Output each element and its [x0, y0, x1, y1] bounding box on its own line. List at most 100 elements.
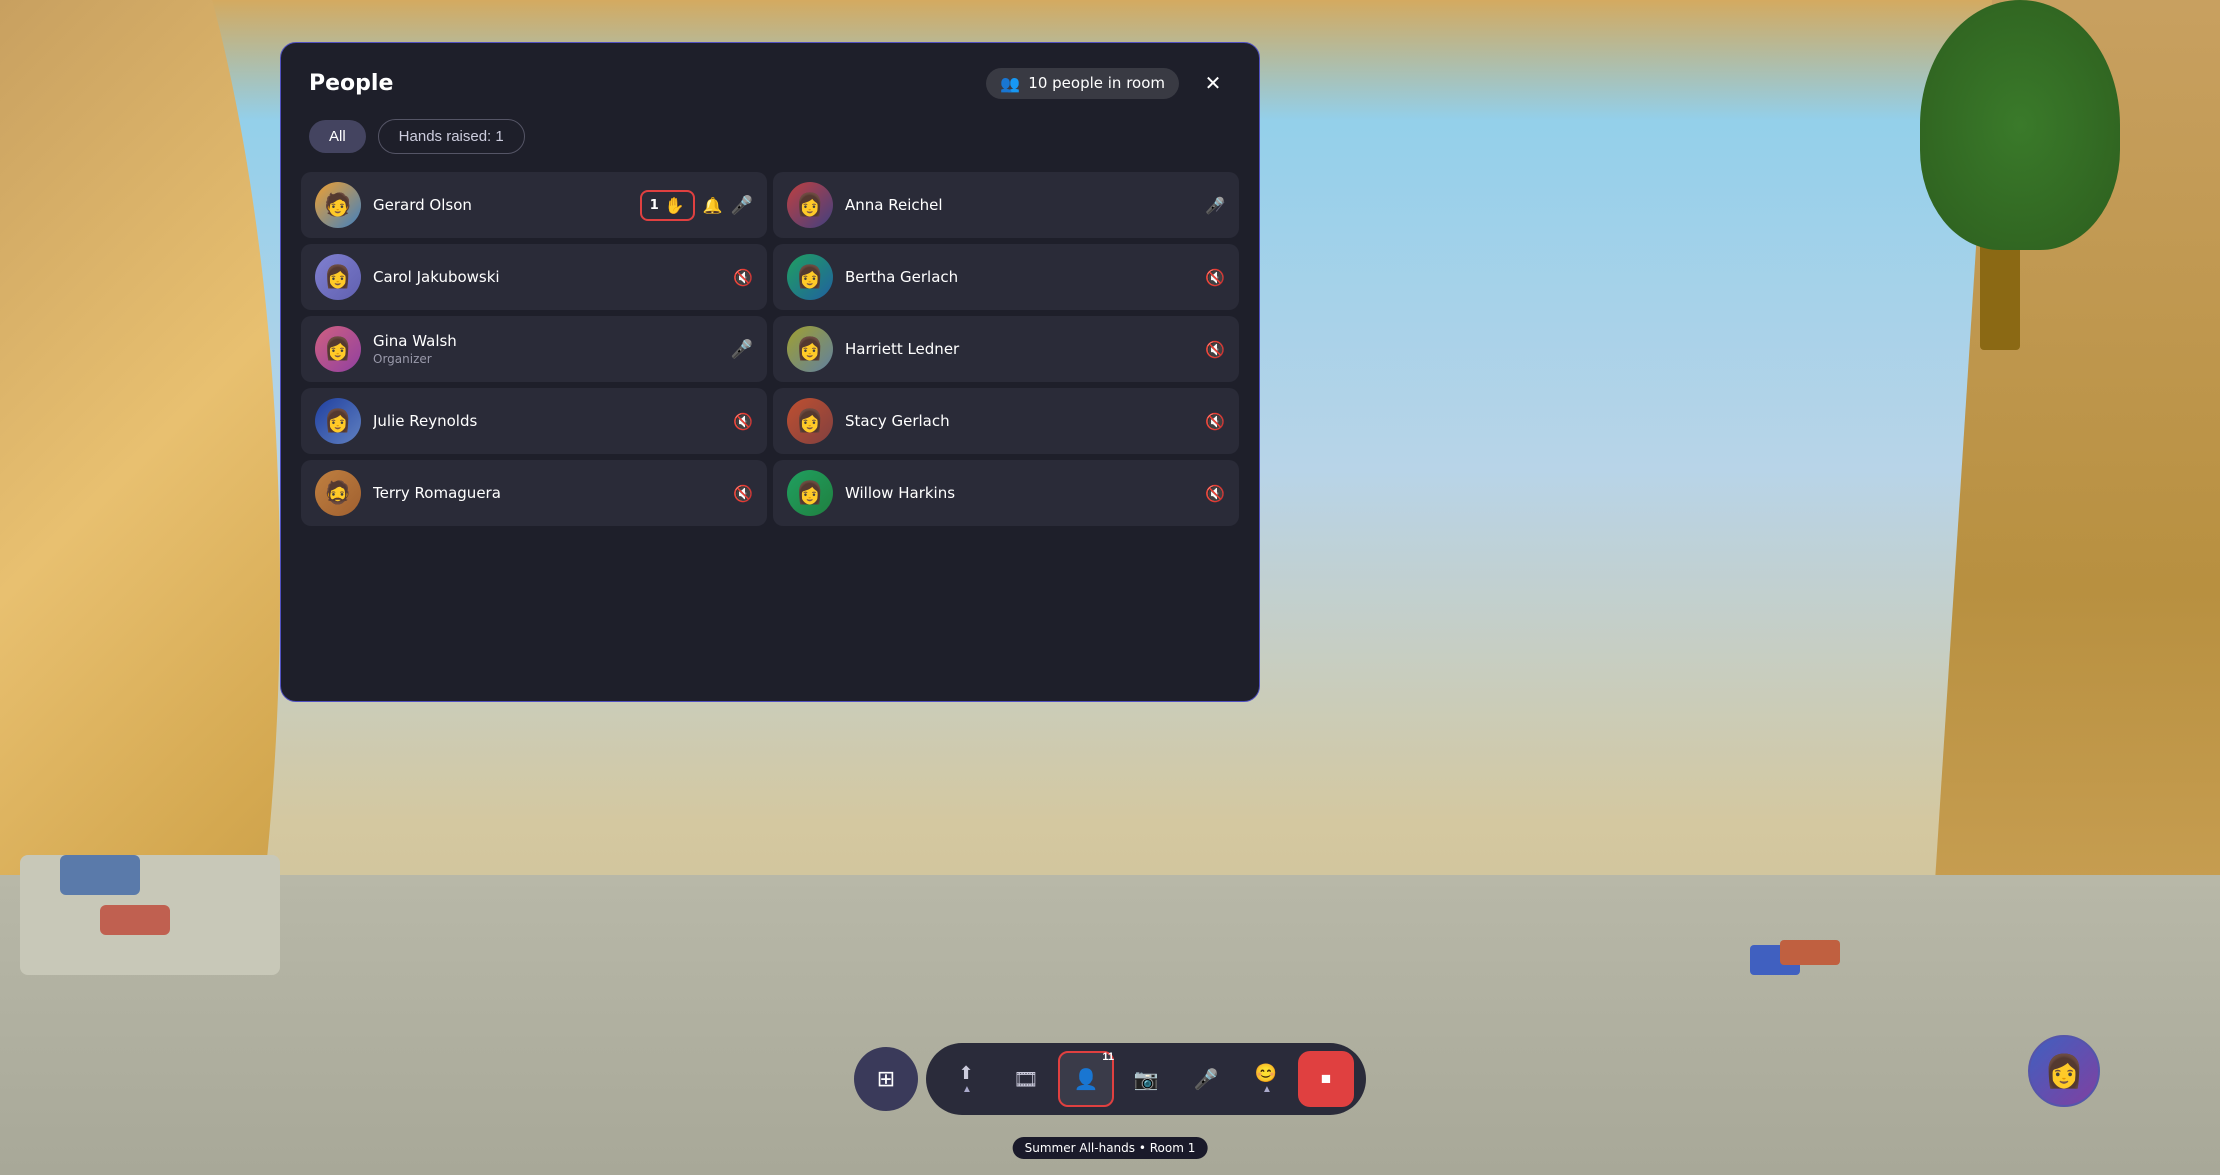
- mic-muted-icon-julie: 🔇: [733, 412, 753, 431]
- person-row-terry: 🧔 Terry Romaguera 🔇: [301, 460, 767, 526]
- end-call-button[interactable]: ⏹: [1298, 1051, 1354, 1107]
- mic-muted-icon-carol: 🔇: [733, 268, 753, 287]
- avatar-julie: 👩: [315, 398, 361, 444]
- person-info-bertha: Bertha Gerlach: [845, 268, 1193, 286]
- avatar-gerard: 🧑: [315, 182, 361, 228]
- hand-raised-highlight: 1 ✋: [640, 190, 695, 221]
- avatar-face-harriett: 👩: [796, 337, 823, 362]
- person-name-terry: Terry Romaguera: [373, 484, 721, 502]
- cushion-red: [100, 905, 170, 935]
- hand-count: 1: [650, 198, 659, 213]
- people-list: 🧑 Gerard Olson 1 ✋ 🔔 🎤 👩 Anna Reichel: [281, 172, 1259, 701]
- mic-active-icon-gina: 🎤: [731, 339, 753, 360]
- grid-icon: ⊞: [877, 1066, 895, 1092]
- person-row-julie: 👩 Julie Reynolds 🔇: [301, 388, 767, 454]
- decorative-block-orange: [1780, 940, 1840, 965]
- person-actions-harriett: 🔇: [1205, 340, 1225, 359]
- camera-button[interactable]: 📷: [1118, 1051, 1174, 1107]
- hand-raise-icon: ✋: [665, 196, 685, 215]
- filter-all-tab[interactable]: All: [309, 120, 366, 153]
- avatar-face-bertha: 👩: [796, 265, 823, 290]
- bell-icon: 🔔: [703, 196, 723, 215]
- current-user-avatar: 👩: [2028, 1035, 2100, 1107]
- slides-icon: 🎞: [1013, 1067, 1038, 1092]
- avatar-face-carol: 👩: [324, 265, 351, 290]
- people-button[interactable]: 👤 11: [1058, 1051, 1114, 1107]
- panel-header-right: 👥 10 people in room ✕: [986, 65, 1231, 101]
- people-count-badge: 👥 10 people in room: [986, 68, 1179, 99]
- person-row-gina: 👩 Gina Walsh Organizer 🎤: [301, 316, 767, 382]
- present-button[interactable]: ⬆ ▲: [938, 1051, 994, 1107]
- person-actions-carol: 🔇: [733, 268, 753, 287]
- filter-hands-raised-tab[interactable]: Hands raised: 1: [378, 119, 525, 154]
- avatar-carol: 👩: [315, 254, 361, 300]
- person-name-anna: Anna Reichel: [845, 196, 1193, 214]
- floor: [0, 875, 2220, 1175]
- person-row-stacy: 👩 Stacy Gerlach 🔇: [773, 388, 1239, 454]
- person-row-bertha: 👩 Bertha Gerlach 🔇: [773, 244, 1239, 310]
- person-info-willow: Willow Harkins: [845, 484, 1193, 502]
- people-icon: 👤: [1074, 1067, 1099, 1092]
- person-info-harriett: Harriett Ledner: [845, 340, 1193, 358]
- toolbar: ⊞ ⬆ ▲ 🎞 👤 11 📷 🎤 😊 ▲ ⏹: [854, 1043, 1366, 1115]
- avatar-willow: 👩: [787, 470, 833, 516]
- avatar-terry: 🧔: [315, 470, 361, 516]
- avatar-anna: 👩: [787, 182, 833, 228]
- people-count-badge: 11: [1102, 1051, 1114, 1063]
- current-user-face: 👩: [2044, 1052, 2084, 1090]
- slides-button[interactable]: 🎞: [998, 1051, 1054, 1107]
- avatar-face-terry: 🧔: [324, 481, 351, 506]
- avatar-face-willow: 👩: [796, 481, 823, 506]
- person-info-julie: Julie Reynolds: [373, 412, 721, 430]
- emoji-icon: 😊: [1255, 1063, 1277, 1084]
- people-panel: People 👥 10 people in room ✕ All Hands r…: [280, 42, 1260, 702]
- person-row-harriett: 👩 Harriett Ledner 🔇: [773, 316, 1239, 382]
- microphone-icon: 🎤: [1194, 1067, 1219, 1092]
- person-info-gina: Gina Walsh Organizer: [373, 332, 719, 366]
- meeting-tooltip-text: Summer All-hands • Room 1: [1025, 1141, 1196, 1155]
- person-info-anna: Anna Reichel: [845, 196, 1193, 214]
- person-name-bertha: Bertha Gerlach: [845, 268, 1193, 286]
- panel-title: People: [309, 71, 393, 96]
- mic-muted-icon-bertha: 🔇: [1205, 268, 1225, 287]
- close-icon: ✕: [1205, 71, 1222, 96]
- person-actions-gina: 🎤: [731, 339, 753, 360]
- person-name-carol: Carol Jakubowski: [373, 268, 721, 286]
- toolbar-inner: ⬆ ▲ 🎞 👤 11 📷 🎤 😊 ▲ ⏹: [926, 1043, 1366, 1115]
- mic-muted-icon-stacy: 🔇: [1205, 412, 1225, 431]
- person-name-stacy: Stacy Gerlach: [845, 412, 1193, 430]
- avatar-harriett: 👩: [787, 326, 833, 372]
- avatar-face-stacy: 👩: [796, 409, 823, 434]
- meeting-tooltip: Summer All-hands • Room 1: [1013, 1137, 1208, 1159]
- person-actions-willow: 🔇: [1205, 484, 1225, 503]
- person-name-gina: Gina Walsh: [373, 332, 719, 350]
- person-actions-terry: 🔇: [733, 484, 753, 503]
- person-info-stacy: Stacy Gerlach: [845, 412, 1193, 430]
- panel-header: People 👥 10 people in room ✕: [281, 43, 1259, 119]
- person-name-julie: Julie Reynolds: [373, 412, 721, 430]
- microphone-button[interactable]: 🎤: [1178, 1051, 1234, 1107]
- person-row-willow: 👩 Willow Harkins 🔇: [773, 460, 1239, 526]
- person-actions-julie: 🔇: [733, 412, 753, 431]
- person-actions-gerard: 1 ✋ 🔔 🎤: [640, 190, 753, 221]
- grid-view-button[interactable]: ⊞: [854, 1047, 918, 1111]
- avatar-gina: 👩: [315, 326, 361, 372]
- person-actions-stacy: 🔇: [1205, 412, 1225, 431]
- person-info-carol: Carol Jakubowski: [373, 268, 721, 286]
- close-button[interactable]: ✕: [1195, 65, 1231, 101]
- person-row-carol: 👩 Carol Jakubowski 🔇: [301, 244, 767, 310]
- person-actions-bertha: 🔇: [1205, 268, 1225, 287]
- avatar-face-gerard: 🧑: [324, 193, 351, 218]
- person-name-willow: Willow Harkins: [845, 484, 1193, 502]
- mic-muted-icon-willow: 🔇: [1205, 484, 1225, 503]
- mic-active-icon: 🎤: [731, 195, 753, 216]
- tree-top: [1920, 0, 2120, 250]
- mic-muted-icon-harriett: 🔇: [1205, 340, 1225, 359]
- person-name-gerard: Gerard Olson: [373, 196, 628, 214]
- end-call-icon: ⏹: [1321, 1068, 1331, 1091]
- emoji-arrow-icon: ▲: [1262, 1084, 1272, 1095]
- person-actions-anna: 🎤̷: [1205, 196, 1225, 215]
- mic-muted-icon-terry: 🔇: [733, 484, 753, 503]
- reaction-button[interactable]: 😊 ▲: [1238, 1051, 1294, 1107]
- person-info-gerard: Gerard Olson: [373, 196, 628, 214]
